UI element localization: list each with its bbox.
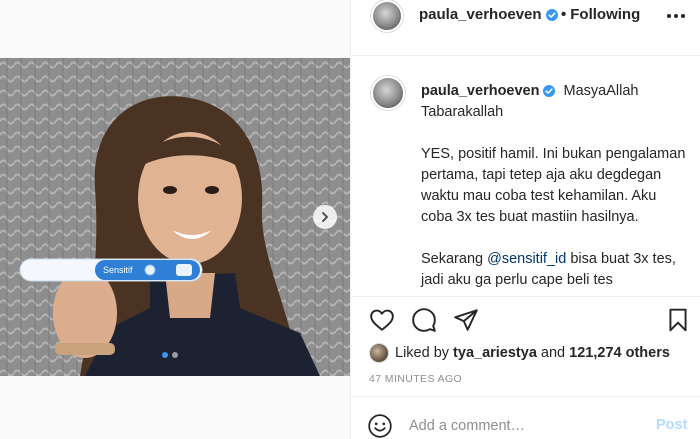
follow-status[interactable]: • Following: [561, 6, 640, 23]
post-comment-button[interactable]: Post: [656, 417, 687, 433]
post-side-panel: paula_verhoeven • Following paula_verhoev…: [350, 0, 700, 439]
comment-input[interactable]: [409, 413, 629, 439]
verified-badge-icon: [545, 9, 558, 22]
paper-plane-icon: [454, 309, 478, 331]
comment-bar: Post: [351, 397, 700, 439]
action-bar: [351, 305, 700, 337]
save-button[interactable]: [663, 305, 693, 335]
share-button[interactable]: [451, 305, 481, 335]
following-button[interactable]: Following: [570, 6, 640, 23]
test-stick-brand-label: Sensitif: [103, 265, 133, 275]
mention-link[interactable]: @sensitif_id: [487, 251, 566, 267]
comment-icon: [412, 308, 436, 332]
media-area: Sensitif: [0, 0, 350, 439]
bookmark-icon: [669, 308, 687, 332]
caption-area: paula_verhoeven MasyaAllah Tabarakallah …: [351, 56, 700, 306]
follow-separator: •: [561, 6, 567, 23]
verified-badge-icon: [543, 85, 556, 98]
heart-icon: [370, 309, 394, 331]
likes-connector: and: [540, 345, 566, 361]
likes-prefix: Liked by: [395, 345, 450, 361]
liker-avatar[interactable]: [369, 343, 389, 363]
comment-button[interactable]: [409, 305, 439, 335]
carousel-dots: [162, 352, 178, 358]
header-username[interactable]: paula_verhoeven: [419, 6, 542, 23]
divider: [351, 296, 700, 297]
post-header: paula_verhoeven • Following: [351, 0, 700, 36]
carousel-next-button[interactable]: [313, 205, 337, 229]
caption-text: paula_verhoeven MasyaAllah Tabarakallah …: [421, 81, 691, 291]
post-timestamp[interactable]: 47 MINUTES AGO: [369, 373, 462, 385]
avatar[interactable]: [371, 0, 403, 32]
likes-summary: Liked by tya_ariestya and 121,274 others: [369, 342, 670, 364]
post-photo[interactable]: Sensitif: [0, 58, 350, 376]
photo-illustration: [0, 58, 350, 376]
smiley-icon[interactable]: [367, 413, 393, 439]
liker-username[interactable]: tya_ariestya: [453, 345, 537, 361]
caption-first-line: paula_verhoeven MasyaAllah Tabarakallah: [421, 81, 691, 123]
chevron-right-icon: [322, 212, 328, 222]
more-options-icon[interactable]: [661, 6, 691, 26]
like-button[interactable]: [367, 305, 397, 335]
header-username-row: paula_verhoeven: [419, 6, 558, 23]
carousel-dot: [172, 352, 178, 358]
carousel-dot-active: [162, 352, 168, 358]
caption-paragraph-1: YES, positif hamil. Ini bukan pengalaman…: [421, 146, 686, 225]
likes-count-link[interactable]: 121,274 others: [569, 345, 670, 361]
caption-username[interactable]: paula_verhoeven: [421, 83, 539, 99]
instagram-post: Sensitif paula_verhoeven • Following pau…: [0, 0, 700, 439]
caption-paragraph-2-start: Sekarang: [421, 251, 488, 267]
caption-paragraph-2: Sekarang @sensitif_id bisa buat 3x tes, …: [421, 249, 691, 291]
caption-avatar[interactable]: [371, 76, 405, 110]
